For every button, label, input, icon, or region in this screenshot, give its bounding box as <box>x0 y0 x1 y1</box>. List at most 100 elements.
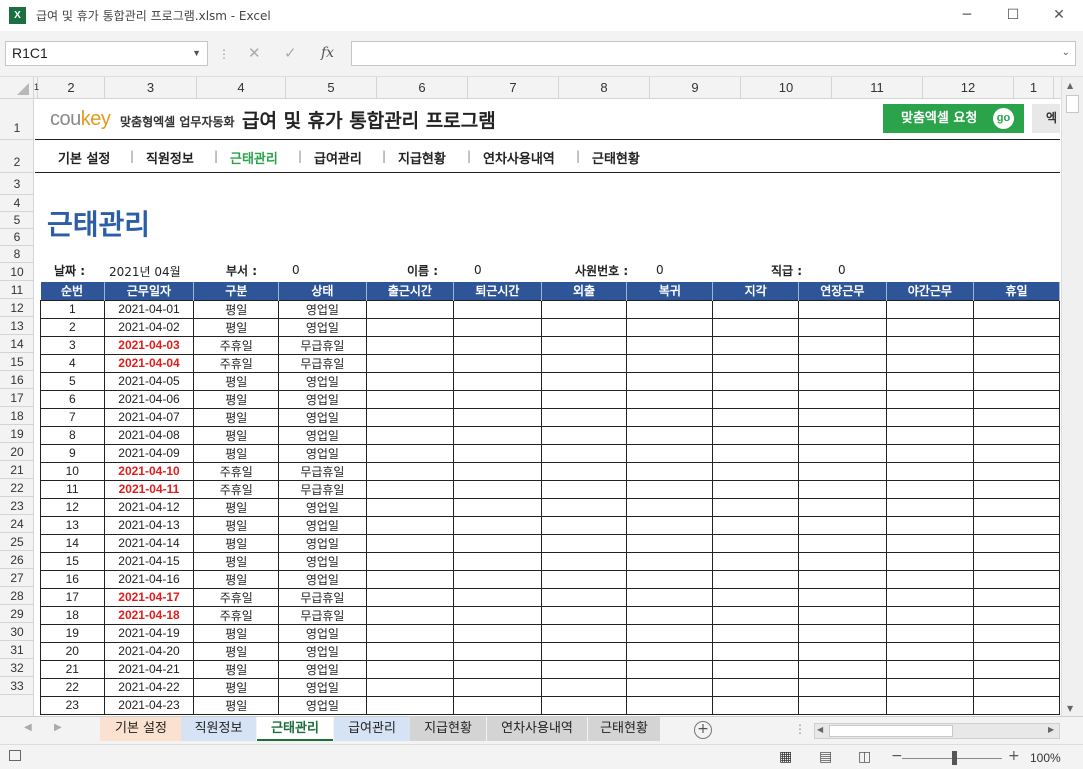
time-cell[interactable] <box>973 479 1060 499</box>
status-cell[interactable]: 영업일 <box>278 695 367 715</box>
status-cell[interactable]: 영업일 <box>278 659 367 679</box>
type-cell[interactable]: 평일 <box>193 389 280 409</box>
status-cell[interactable]: 무급휴일 <box>278 587 367 607</box>
seq-cell[interactable]: 3 <box>40 335 105 355</box>
time-cell[interactable] <box>540 497 628 517</box>
time-cell[interactable] <box>365 533 455 553</box>
type-cell[interactable]: 평일 <box>193 371 280 391</box>
status-cell[interactable]: 무급휴일 <box>278 461 367 481</box>
row-header[interactable]: 22 <box>0 479 33 497</box>
time-cell[interactable] <box>540 371 628 391</box>
type-cell[interactable]: 주휴일 <box>193 587 280 607</box>
date-cell[interactable]: 2021-04-03 <box>103 335 195 355</box>
time-cell[interactable] <box>973 641 1060 661</box>
sheet-tab[interactable]: 근태현황 <box>588 717 660 741</box>
type-cell[interactable]: 주휴일 <box>193 479 280 499</box>
column-header[interactable]: 5 <box>286 77 377 99</box>
column-header[interactable]: 6 <box>377 77 468 99</box>
row-header[interactable]: 24 <box>0 515 33 533</box>
time-cell[interactable] <box>453 479 542 499</box>
status-cell[interactable]: 영업일 <box>278 407 367 427</box>
row-header[interactable]: 26 <box>0 551 33 569</box>
close-button[interactable]: ✕ <box>1036 0 1082 31</box>
row-header[interactable]: 4 <box>0 195 33 212</box>
scroll-left-icon[interactable]: ◀ <box>817 725 823 734</box>
worksheet[interactable]: coukey 맞춤형엑셀 업무자동화 급여 및 휴가 통합관리 프로그램 맞춤엑… <box>35 99 1060 716</box>
name-box[interactable]: R1C1 ▼ <box>5 41 208 66</box>
time-cell[interactable] <box>365 425 455 445</box>
time-cell[interactable] <box>626 299 714 319</box>
column-header[interactable]: 1 <box>1014 77 1054 99</box>
date-cell[interactable]: 2021-04-09 <box>103 443 195 463</box>
time-cell[interactable] <box>885 425 975 445</box>
time-cell[interactable] <box>453 677 542 697</box>
status-cell[interactable]: 영업일 <box>278 317 367 337</box>
time-cell[interactable] <box>798 569 887 589</box>
column-header[interactable]: 7 <box>468 77 559 99</box>
sheet-tab[interactable]: 지급현황 <box>410 717 486 741</box>
time-cell[interactable] <box>885 587 975 607</box>
expand-formula-icon[interactable]: ⌄ <box>1062 47 1070 58</box>
nav-item[interactable]: 급여관리 <box>314 148 362 167</box>
date-cell[interactable]: 2021-04-05 <box>103 371 195 391</box>
type-cell[interactable]: 평일 <box>193 299 280 319</box>
type-cell[interactable]: 주휴일 <box>193 605 280 625</box>
nav-item[interactable]: 직원정보 <box>146 148 194 167</box>
date-cell[interactable]: 2021-04-12 <box>103 497 195 517</box>
time-cell[interactable] <box>712 659 800 679</box>
time-cell[interactable] <box>453 659 542 679</box>
zoom-level[interactable]: 100% <box>1030 751 1061 765</box>
seq-cell[interactable]: 20 <box>40 641 105 661</box>
time-cell[interactable] <box>453 605 542 625</box>
time-cell[interactable] <box>973 407 1060 427</box>
time-cell[interactable] <box>626 569 714 589</box>
date-cell[interactable]: 2021-04-13 <box>103 515 195 535</box>
time-cell[interactable] <box>540 605 628 625</box>
time-cell[interactable] <box>626 659 714 679</box>
column-header[interactable]: 10 <box>741 77 832 99</box>
type-cell[interactable]: 평일 <box>193 551 280 571</box>
horizontal-scrollbar[interactable]: ◀ ▶ <box>814 723 1060 739</box>
time-cell[interactable] <box>626 389 714 409</box>
date-cell[interactable]: 2021-04-17 <box>103 587 195 607</box>
seq-cell[interactable]: 11 <box>40 479 105 499</box>
type-cell[interactable]: 평일 <box>193 623 280 643</box>
time-cell[interactable] <box>798 641 887 661</box>
date-cell[interactable]: 2021-04-14 <box>103 533 195 553</box>
time-cell[interactable] <box>798 389 887 409</box>
time-cell[interactable] <box>540 677 628 697</box>
seq-cell[interactable]: 9 <box>40 443 105 463</box>
row-header[interactable]: 16 <box>0 371 33 389</box>
row-header[interactable]: 17 <box>0 389 33 407</box>
next-sheet-icon[interactable]: ▶ <box>54 722 62 733</box>
row-header[interactable]: 33 <box>0 677 33 695</box>
seq-cell[interactable]: 16 <box>40 569 105 589</box>
time-cell[interactable] <box>540 317 628 337</box>
time-cell[interactable] <box>540 461 628 481</box>
time-cell[interactable] <box>712 371 800 391</box>
date-cell[interactable]: 2021-04-21 <box>103 659 195 679</box>
time-cell[interactable] <box>453 389 542 409</box>
time-cell[interactable] <box>798 605 887 625</box>
time-cell[interactable] <box>885 677 975 697</box>
zoom-out-icon[interactable]: − <box>891 748 903 764</box>
time-cell[interactable] <box>712 605 800 625</box>
time-cell[interactable] <box>365 677 455 697</box>
time-cell[interactable] <box>973 425 1060 445</box>
type-cell[interactable]: 평일 <box>193 425 280 445</box>
seq-cell[interactable]: 8 <box>40 425 105 445</box>
time-cell[interactable] <box>798 299 887 319</box>
time-cell[interactable] <box>712 641 800 661</box>
time-cell[interactable] <box>540 587 628 607</box>
time-cell[interactable] <box>973 389 1060 409</box>
time-cell[interactable] <box>365 407 455 427</box>
time-cell[interactable] <box>453 641 542 661</box>
row-header[interactable]: 31 <box>0 641 33 659</box>
formula-input[interactable]: ⌄ <box>351 41 1076 66</box>
cancel-entry-button[interactable]: ✕ <box>248 44 261 62</box>
time-cell[interactable] <box>712 569 800 589</box>
time-cell[interactable] <box>540 407 628 427</box>
column-header[interactable]: 11 <box>832 77 923 99</box>
seq-cell[interactable]: 17 <box>40 587 105 607</box>
row-header[interactable]: 19 <box>0 425 33 443</box>
